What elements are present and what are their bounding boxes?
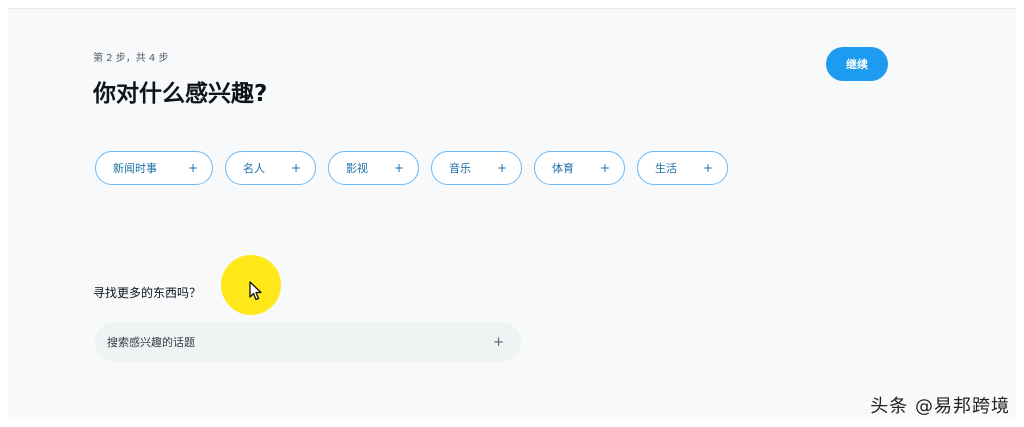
step-indicator: 第 2 步，共 4 步: [93, 53, 169, 64]
topic-search-input[interactable]: [105, 334, 469, 350]
page-title: 你对什么感兴趣?: [93, 81, 268, 107]
watermark: 头条 @易邦跨境: [870, 396, 1010, 417]
topic-chip-label: 新闻时事: [113, 162, 157, 175]
plus-icon: +: [290, 161, 301, 175]
topic-chip-label: 音乐: [449, 162, 471, 175]
find-more-prompt: 寻找更多的东西吗？: [93, 286, 202, 300]
plus-icon: +: [496, 161, 507, 175]
topic-chip-label: 名人: [243, 162, 265, 175]
topic-chip-music[interactable]: 音乐 +: [431, 151, 522, 185]
topic-chip-label: 体育: [552, 162, 574, 175]
topic-chip-label: 生活: [655, 162, 677, 175]
plus-icon: +: [187, 161, 198, 175]
topic-chip-sports[interactable]: 体育 +: [534, 151, 625, 185]
onboarding-page: 第 2 步，共 4 步 你对什么感兴趣? 继续 新闻时事 + 名人 + 影视 +…: [8, 8, 1016, 419]
topic-chip-news[interactable]: 新闻时事 +: [95, 151, 213, 185]
topic-chip-label: 影视: [346, 162, 368, 175]
topic-chip-lifestyle[interactable]: 生活 +: [637, 151, 728, 185]
topic-list: 新闻时事 + 名人 + 影视 + 音乐 + 体育 + 生活 +: [95, 151, 728, 185]
mouse-cursor-icon: [249, 281, 262, 301]
topic-chip-film-tv[interactable]: 影视 +: [328, 151, 419, 185]
topic-search-box[interactable]: +: [95, 322, 521, 362]
topic-chip-celebrities[interactable]: 名人 +: [225, 151, 316, 185]
continue-button[interactable]: 继续: [826, 47, 888, 81]
plus-icon[interactable]: +: [493, 335, 504, 350]
plus-icon: +: [702, 161, 713, 175]
plus-icon: +: [393, 161, 404, 175]
plus-icon: +: [599, 161, 610, 175]
